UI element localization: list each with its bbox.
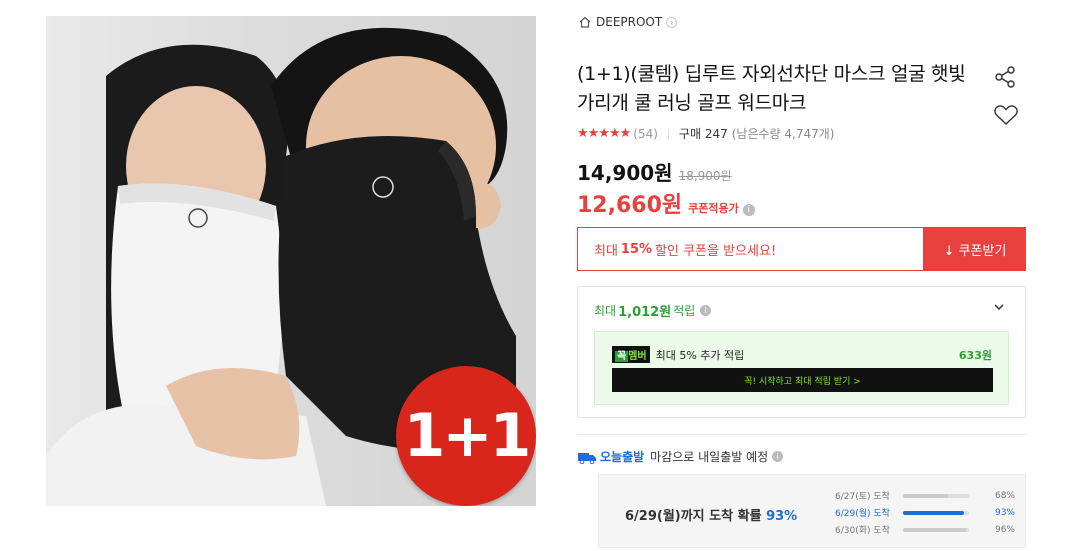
divider [667, 128, 669, 139]
product-image[interactable]: 1+1 [46, 16, 536, 506]
shipping-row: 오늘출발 마감으로 내일출발 예정 i [577, 448, 784, 465]
rating-row[interactable]: ★★★★★ (54) 구매 247 (남은수량 4,747개) [577, 125, 834, 142]
home-icon [579, 16, 591, 28]
membership-row: 꼭 멤버 최대 5% 추가 적립 633원 [612, 346, 992, 363]
truck-icon [578, 452, 596, 464]
chevron-down-icon[interactable] [993, 301, 1005, 313]
delivery-estimate-box: 6/29(월)까지 도착 확률 93% 6/27(토) 도착 68% 6/29(… [598, 474, 1026, 548]
membership-start-button[interactable]: 꼭! 시작하고 최대 적립 받기 > [612, 368, 993, 392]
info-icon[interactable]: i [742, 204, 755, 216]
stock-remaining: (남은수량 4,747개) [731, 127, 835, 141]
chevron-right-icon: › [666, 16, 678, 28]
membership-amount: 633원 [958, 348, 992, 362]
delivery-estimate-text: 6/29(월)까지 도착 확률 93% [625, 509, 798, 524]
delivery-prob-bar [903, 527, 967, 532]
info-icon[interactable]: i [700, 305, 712, 316]
membership-tag: 꼭 멤버 [612, 346, 650, 363]
coupon-text-pre: 최대 [594, 243, 618, 259]
delivery-prob-bar [903, 493, 948, 498]
points-panel: 최대 1,012원 적립 i 꼭 멤버 최대 5% 추가 적립 633원 꼭! 시… [577, 286, 1026, 418]
one-plus-one-badge: 1+1 [396, 366, 536, 506]
info-icon[interactable]: i [772, 451, 784, 462]
sale-price: 14,900원 [577, 161, 673, 185]
section-divider [577, 434, 1026, 435]
price-row: 14,900원 18,900원 [577, 157, 732, 186]
coupon-percent: 15% [620, 241, 653, 257]
original-price: 18,900원 [678, 169, 732, 183]
delivery-prob-row: 6/30(화) 도착 96% [835, 524, 1015, 537]
rating-stars: ★★★★★ [577, 126, 631, 141]
coupon-price-row: 12,660원 쿠폰적용가 i [577, 187, 755, 219]
points-header[interactable]: 최대 1,012원 적립 i [594, 301, 712, 320]
delivery-prob-bar [903, 510, 965, 515]
delivery-prob-list: 6/27(토) 도착 68% 6/29(월) 도착 93% 6/30(화) 도착… [835, 487, 1015, 538]
download-coupon-button[interactable]: ↓ 쿠폰받기 [924, 227, 1026, 271]
today-shipping-badge: 오늘출발 [600, 450, 645, 464]
points-post: 적립 [673, 304, 696, 318]
delivery-prob-row: 6/27(토) 도착 68% [835, 490, 1015, 503]
sold-count: 구매 247 [678, 127, 728, 141]
share-icon[interactable] [993, 65, 1017, 89]
shipping-desc: 마감으로 내일출발 예정 [650, 450, 769, 464]
heart-icon[interactable] [993, 103, 1019, 127]
brand-name: DEEPROOT [596, 15, 663, 29]
coupon-banner: 최대 15% 할인 쿠폰을 받으세요! [577, 227, 924, 271]
coupon-price-label: 쿠폰적용가 [688, 202, 739, 215]
coupon-price: 12,660원 [577, 193, 683, 218]
membership-text: 최대 5% 추가 적립 [655, 348, 745, 362]
product-title: (1+1)(쿨템) 딥루트 자외선차단 마스크 얼굴 햇빛가리개 쿨 러닝 골프… [577, 63, 966, 114]
coupon-text-post: 할인 쿠폰을 받으세요! [655, 243, 777, 259]
points-pre: 최대 [594, 304, 617, 318]
membership-box: 꼭 멤버 최대 5% 추가 적립 633원 꼭! 시작하고 최대 적립 받기 > [594, 331, 1009, 405]
brand-link[interactable]: DEEPROOT › [578, 15, 678, 29]
points-amount: 1,012원 [618, 305, 672, 320]
review-count[interactable]: (54) [633, 127, 658, 141]
delivery-prob-row: 6/29(월) 도착 93% [835, 507, 1015, 520]
delivery-estimate-pct: 93% [766, 509, 798, 524]
